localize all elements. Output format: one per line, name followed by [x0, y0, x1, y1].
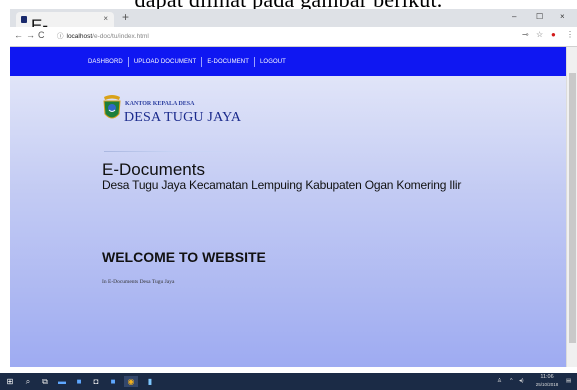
menu-icon[interactable]: ⋮	[566, 30, 574, 39]
star-icon[interactable]: ☆	[536, 30, 543, 39]
clock[interactable]: 11:06 25/10/2018	[532, 374, 562, 389]
app-taskbar-icon[interactable]: ▮	[144, 376, 156, 387]
nav-divider	[254, 56, 255, 67]
tray-chevron-icon[interactable]: ^	[510, 378, 513, 384]
windows-taskbar: ⊞ ⌕ ⧉ ▬ ■ ◘ ■ ◉ ▮ ♙ ^ ◂) 11:06 25/10/201…	[0, 373, 577, 390]
clock-date: 25/10/2018	[535, 382, 559, 387]
clock-time: 11:06	[540, 374, 554, 380]
tab-strip: E-Documents | Home × + – ☐ ×	[10, 9, 577, 75]
forward-button[interactable]: →	[26, 30, 35, 40]
logo-small-text: KANTOR KEPALA DESA	[125, 101, 195, 107]
reload-button[interactable]: C	[38, 30, 45, 40]
welcome-subtext: In E-Documents Desa Tugu Jaya	[102, 279, 175, 285]
search-icon[interactable]: ⌕	[22, 376, 34, 387]
emblem-icon	[103, 95, 121, 119]
volume-icon[interactable]: ◂)	[519, 378, 524, 384]
store-icon[interactable]: ◘	[90, 376, 102, 387]
page-subtitle: Desa Tugu Jaya Kecamatan Lempuing Kabupa…	[102, 178, 462, 192]
nav-menu: DASHBORD UPLOAD DOCUMENT E-DOCUMENT LOGO…	[88, 47, 286, 76]
site-navbar: DASHBORD UPLOAD DOCUMENT E-DOCUMENT LOGO…	[10, 47, 566, 76]
outlook-icon[interactable]: ■	[107, 376, 119, 387]
page-title: E-Documents	[102, 160, 205, 179]
file-explorer-icon[interactable]: ▬	[56, 376, 68, 387]
scrollbar-thumb[interactable]	[569, 73, 576, 343]
key-icon[interactable]: ⊸	[522, 30, 529, 39]
tab-close-icon[interactable]: ×	[103, 14, 108, 23]
close-window-button[interactable]: ×	[560, 12, 565, 21]
word-icon[interactable]: ■	[73, 376, 85, 387]
minimize-button[interactable]: –	[512, 12, 516, 21]
welcome-heading: WELCOME TO WEBSITE	[102, 249, 266, 265]
browser-tab[interactable]: E-Documents | Home ×	[16, 12, 117, 75]
maximize-button[interactable]: ☐	[536, 12, 543, 21]
site-logo: KANTOR KEPALA DESA DESA TUGU JAYA	[101, 94, 251, 134]
nav-divider	[201, 56, 203, 67]
vertical-scrollbar[interactable]	[566, 47, 577, 367]
browser-window: E-Documents | Home × + – ☐ × ← → C ⓘloca…	[10, 9, 577, 75]
nav-upload-document[interactable]: UPLOAD DOCUMENT	[134, 59, 197, 65]
notification-icon[interactable]: ▤	[566, 378, 571, 384]
favicon-icon	[21, 16, 27, 23]
url-host: localhost	[66, 33, 93, 40]
windows-start-icon[interactable]: ⊞	[4, 376, 16, 387]
address-bar[interactable]: ⓘ localhost/e-doc/tu/index.html	[57, 30, 537, 43]
nav-logout[interactable]: LOGOUT	[260, 59, 286, 65]
page-viewport: DASHBORD UPLOAD DOCUMENT E-DOCUMENT LOGO…	[10, 47, 566, 367]
nav-dashboard[interactable]: DASHBORD	[88, 59, 123, 65]
people-icon[interactable]: ♙	[497, 378, 502, 384]
logo-big-text: DESA TUGU JAYA	[124, 110, 242, 125]
section-divider	[104, 151, 244, 152]
info-icon: ⓘ	[57, 33, 64, 40]
nav-e-document[interactable]: E-DOCUMENT	[207, 59, 249, 65]
task-view-icon[interactable]: ⧉	[39, 376, 51, 387]
extension-icon[interactable]: ●	[551, 30, 556, 39]
chrome-taskbar-icon[interactable]: ◉	[124, 376, 138, 387]
nav-divider	[127, 56, 129, 67]
browser-toolbar: ← → C ⓘ localhost/e-doc/tu/index.html ⊸ ☆…	[10, 27, 577, 47]
new-tab-button[interactable]: +	[122, 10, 129, 24]
url-path: /e-doc/tu/index.html	[92, 33, 149, 40]
back-button[interactable]: ←	[14, 30, 23, 40]
